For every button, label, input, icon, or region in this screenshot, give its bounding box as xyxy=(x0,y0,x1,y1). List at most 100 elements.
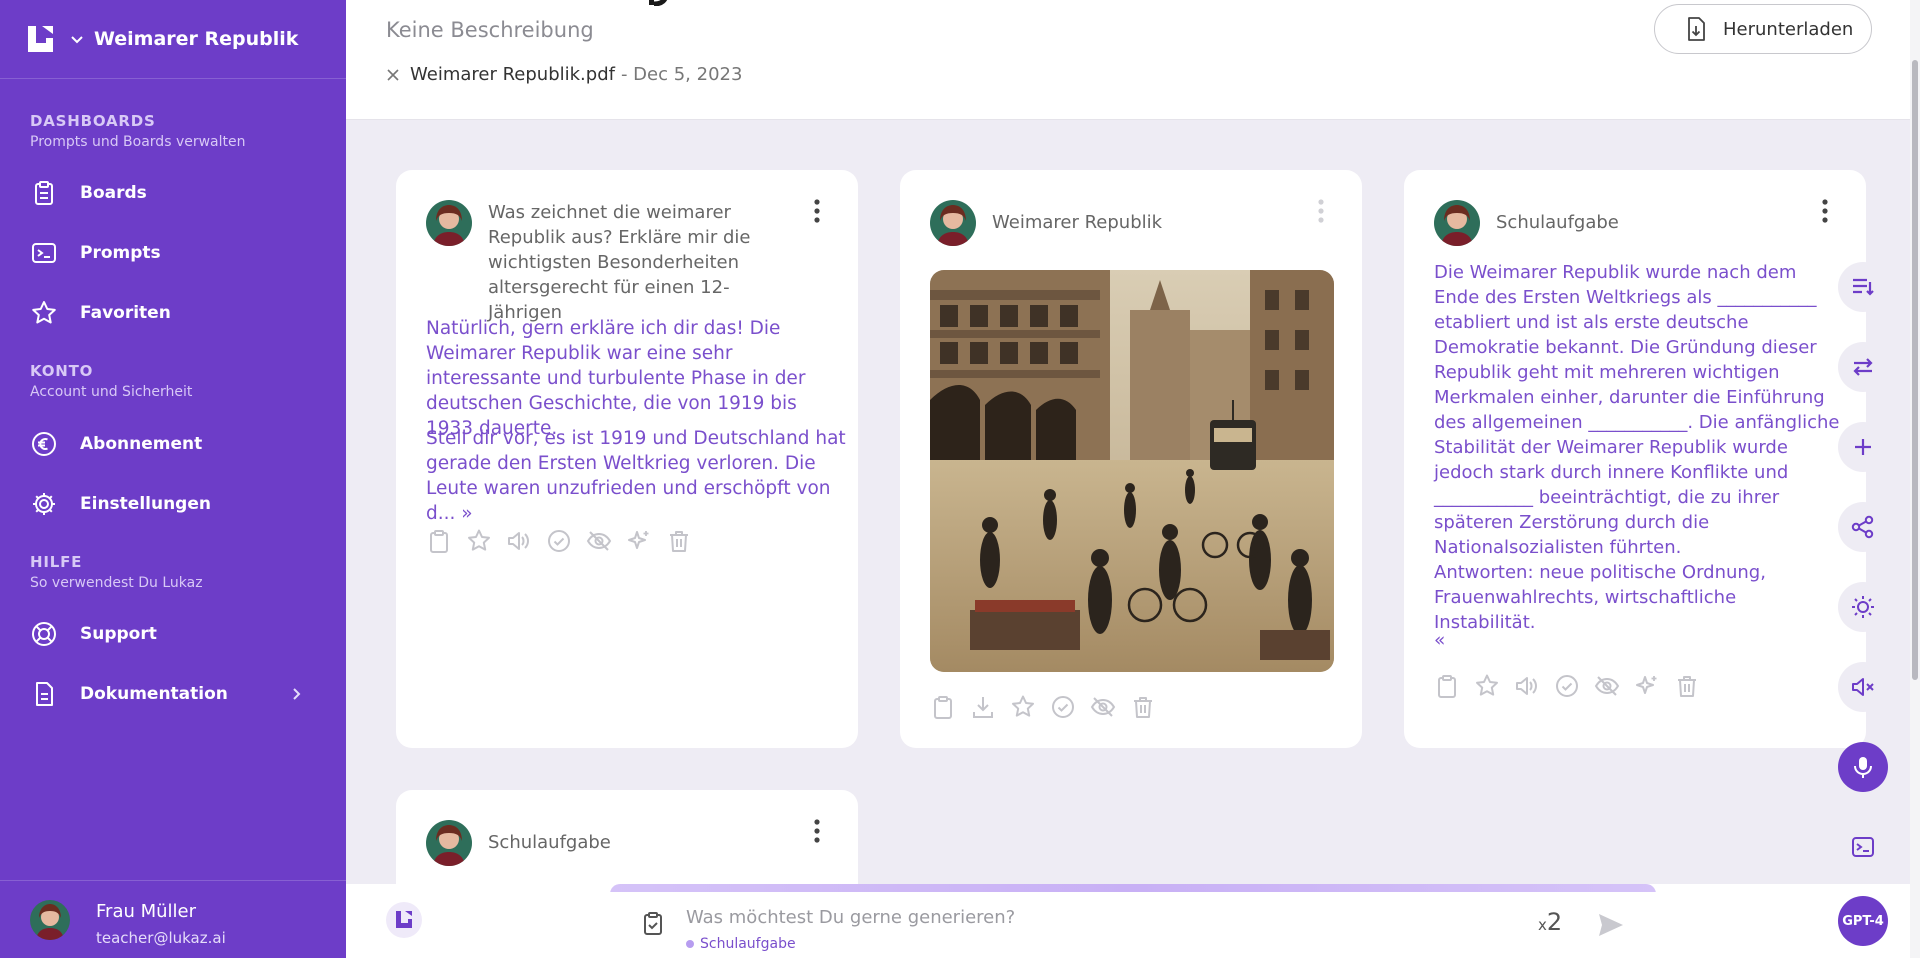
card-title: Schulaufgabe xyxy=(488,832,611,853)
prompt-text: Was zeichnet die weimarer Republik aus? … xyxy=(488,202,751,323)
share-button[interactable] xyxy=(1838,502,1888,552)
download-label: Herunterladen xyxy=(1723,18,1854,40)
more-options-icon[interactable] xyxy=(1316,198,1326,224)
speaker-icon[interactable] xyxy=(1514,673,1540,699)
file-download-icon xyxy=(1688,17,1705,41)
trash-icon[interactable] xyxy=(1130,694,1156,720)
download-button[interactable]: Herunterladen xyxy=(1654,4,1872,54)
theme-toggle-button[interactable] xyxy=(1838,582,1888,632)
response-paragraph: Stell dir vor, es ist 1919 und Deutschla… xyxy=(426,426,846,526)
avatar xyxy=(1434,200,1480,246)
card-header: Schulaufgabe xyxy=(426,820,611,866)
star-icon[interactable] xyxy=(1010,694,1036,720)
more-options-icon[interactable] xyxy=(812,818,822,844)
copy-clipboard-icon[interactable] xyxy=(1434,673,1460,699)
swap-button[interactable] xyxy=(1838,342,1888,392)
user-profile[interactable]: Frau Müller teacher@lukaz.ai xyxy=(0,880,346,958)
user-email: teacher@lukaz.ai xyxy=(96,929,226,947)
expand-link[interactable]: » xyxy=(461,503,472,524)
sun-icon xyxy=(1852,596,1874,618)
worksheet-text: Die Weimarer Republik wurde nach dem End… xyxy=(1434,262,1840,558)
card-header: Weimarer Republik xyxy=(930,200,1162,246)
send-icon[interactable] xyxy=(1596,910,1626,940)
context-dot xyxy=(686,940,694,948)
worksheet-card: Schulaufgabe Die Weimarer Republik wurde… xyxy=(1404,170,1866,748)
sidebar-item-label: Favoriten xyxy=(80,303,171,323)
card-toolbar xyxy=(930,694,1170,720)
card-header: Was zeichnet die weimarer Republik aus? … xyxy=(426,200,788,325)
lifebuoy-icon xyxy=(32,622,56,646)
response-paragraph: Natürlich, gern erkläre ich dir das! Die… xyxy=(426,318,806,439)
chevron-right-icon xyxy=(293,688,301,700)
card-toolbar xyxy=(426,528,706,554)
remove-file-icon[interactable] xyxy=(386,68,400,82)
eye-off-icon[interactable] xyxy=(1090,694,1116,720)
microphone-button[interactable] xyxy=(1838,742,1888,792)
mute-button[interactable] xyxy=(1838,662,1888,712)
page-header: Keine Beschreibung Weimarer Republik.pdf… xyxy=(346,0,1920,120)
file-name: Weimarer Republik.pdf xyxy=(410,64,615,85)
terminal-button[interactable] xyxy=(1838,822,1888,872)
sparkles-icon[interactable] xyxy=(626,528,652,554)
sidebar-item-label: Abonnement xyxy=(80,434,203,454)
sidebar-item-support[interactable]: Support xyxy=(30,614,320,654)
swap-arrows-icon xyxy=(1853,358,1873,376)
avatar xyxy=(30,900,70,940)
model-selector[interactable]: GPT-4 xyxy=(1838,896,1888,946)
prompt-input[interactable] xyxy=(686,902,1486,932)
context-chip[interactable]: Schulaufgabe xyxy=(686,936,796,952)
add-button[interactable] xyxy=(1838,422,1888,472)
avatar xyxy=(930,200,976,246)
check-circle-icon[interactable] xyxy=(1050,694,1076,720)
eye-off-icon[interactable] xyxy=(1594,673,1620,699)
scrollbar[interactable] xyxy=(1910,0,1920,958)
trash-icon[interactable] xyxy=(1674,673,1700,699)
avatar xyxy=(426,200,472,246)
section-title-dashboards: DASHBOARDS xyxy=(30,112,156,130)
check-circle-icon[interactable] xyxy=(546,528,572,554)
workspace-switcher[interactable]: Weimarer Republik xyxy=(24,20,298,58)
share-icon xyxy=(1851,515,1874,539)
lukaz-logo-icon xyxy=(28,26,53,52)
sidebar-item-einstellungen[interactable]: Einstellungen xyxy=(30,484,320,524)
clipboard-check-icon[interactable] xyxy=(640,910,666,936)
plus-icon xyxy=(1855,439,1871,455)
card-toolbar xyxy=(1434,673,1714,699)
page-title-cutoff xyxy=(639,0,685,6)
image-card: Weimarer Republik xyxy=(900,170,1362,748)
sidebar-item-favoriten[interactable]: Favoriten xyxy=(30,293,320,333)
copy-clipboard-icon[interactable] xyxy=(426,528,452,554)
sidebar-item-prompts[interactable]: Prompts xyxy=(30,233,320,273)
check-circle-icon[interactable] xyxy=(1554,673,1580,699)
star-icon[interactable] xyxy=(1474,673,1500,699)
sidebar-item-abonnement[interactable]: Abonnement xyxy=(30,424,320,464)
document-icon xyxy=(36,682,53,706)
generation-count[interactable]: x2 xyxy=(1538,908,1562,936)
speaker-icon[interactable] xyxy=(506,528,532,554)
sparkles-icon[interactable] xyxy=(1634,673,1660,699)
composer: Schulaufgabe x2 xyxy=(610,892,1656,958)
download-icon[interactable] xyxy=(970,694,996,720)
sidebar-item-label: Einstellungen xyxy=(80,494,211,514)
terminal-icon xyxy=(32,243,56,263)
generated-image[interactable] xyxy=(930,270,1334,672)
sidebar-item-dokumentation[interactable]: Dokumentation xyxy=(30,674,320,714)
collapse-link[interactable]: « xyxy=(1434,628,1854,653)
sort-button[interactable] xyxy=(1838,262,1888,312)
trash-icon[interactable] xyxy=(666,528,692,554)
scrollbar-thumb[interactable] xyxy=(1912,60,1918,680)
multiplier-prefix: x xyxy=(1538,916,1547,934)
section-title-konto: KONTO xyxy=(30,362,94,380)
sidebar: Weimarer Republik DASHBOARDS Prompts und… xyxy=(0,0,346,958)
file-date: - Dec 5, 2023 xyxy=(620,64,743,85)
more-options-icon[interactable] xyxy=(812,198,822,224)
more-options-icon[interactable] xyxy=(1820,198,1830,224)
lukaz-logo-icon[interactable] xyxy=(386,902,422,938)
speaker-mute-icon xyxy=(1852,678,1874,696)
star-icon[interactable] xyxy=(466,528,492,554)
eye-off-icon[interactable] xyxy=(586,528,612,554)
copy-clipboard-icon[interactable] xyxy=(930,694,956,720)
sidebar-item-boards[interactable]: Boards xyxy=(30,173,320,213)
section-subtitle-konto: Account und Sicherheit xyxy=(30,384,193,400)
sidebar-item-label: Dokumentation xyxy=(80,684,228,704)
